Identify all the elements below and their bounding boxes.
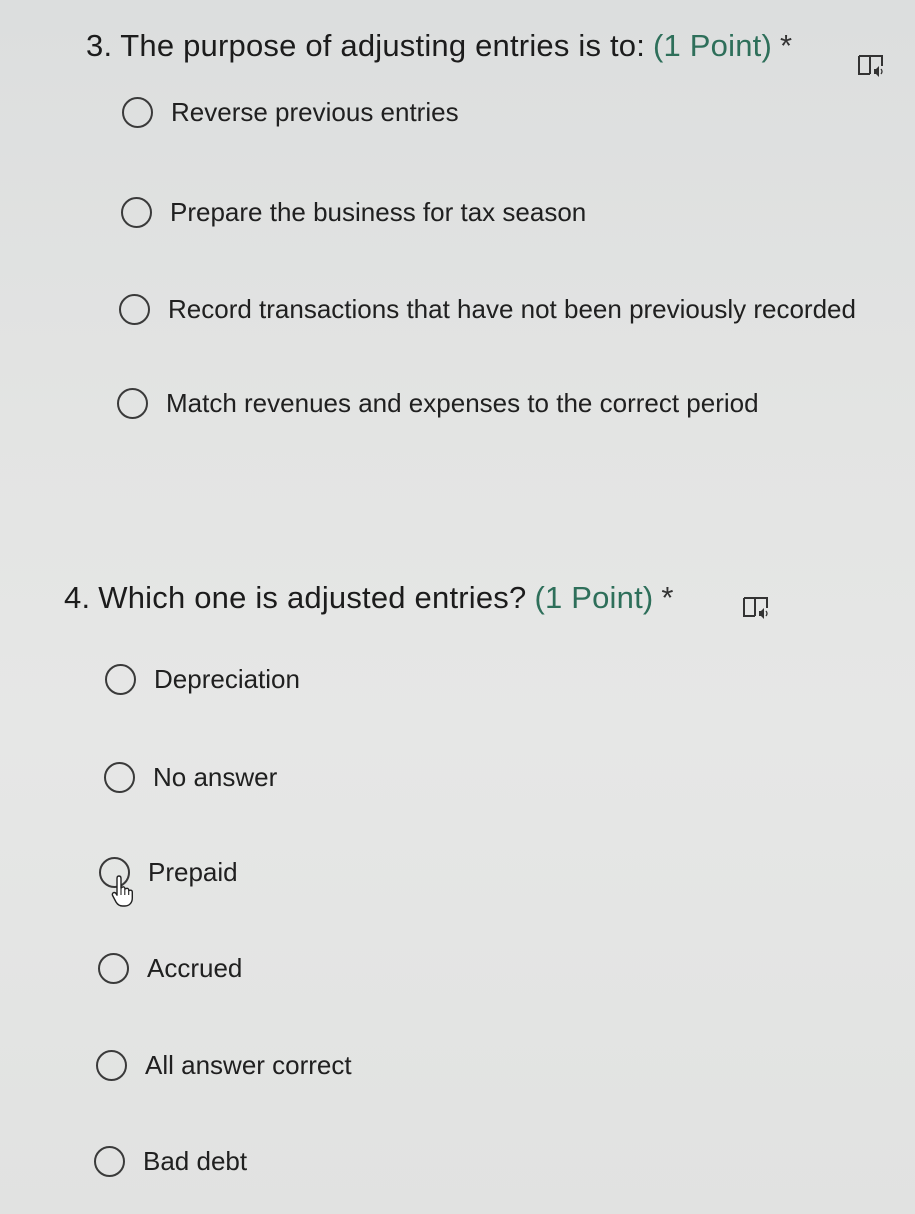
hand-pointer-icon — [111, 875, 133, 907]
option-accrued[interactable]: Accrued — [98, 953, 242, 984]
option-all-answer-correct[interactable]: All answer correct — [96, 1050, 352, 1081]
question-number: 3. — [86, 28, 113, 63]
option-no-answer[interactable]: No answer — [104, 762, 277, 793]
option-label: Prepare the business for tax season — [170, 197, 587, 227]
question-points: (1 Point) — [653, 28, 772, 63]
radio-button[interactable] — [119, 294, 150, 325]
immersive-reader-icon[interactable] — [741, 594, 771, 622]
question-4-header: 4. Which one is adjusted entries? (1 Poi… — [64, 580, 674, 616]
option-label: Prepaid — [148, 857, 238, 887]
option-label: Match revenues and expenses to the corre… — [166, 388, 759, 418]
option-record-unrecorded-transactions[interactable]: Record transactions that have not been p… — [119, 294, 856, 325]
radio-button[interactable] — [96, 1050, 127, 1081]
question-points: (1 Point) — [534, 580, 654, 615]
radio-button[interactable] — [104, 762, 135, 793]
required-marker: * — [780, 28, 793, 63]
option-label: Bad debt — [143, 1146, 248, 1176]
radio-button[interactable] — [94, 1146, 125, 1177]
radio-button[interactable] — [98, 953, 129, 984]
option-label: No answer — [153, 762, 278, 792]
option-label: All answer correct — [145, 1050, 352, 1080]
option-label: Accrued — [147, 953, 243, 983]
option-label: Depreciation — [154, 664, 300, 694]
radio-button[interactable] — [121, 197, 152, 228]
option-label: Record transactions that have not been p… — [168, 294, 856, 324]
radio-button[interactable] — [122, 97, 153, 128]
option-depreciation[interactable]: Depreciation — [105, 664, 300, 695]
option-prepare-for-tax-season[interactable]: Prepare the business for tax season — [121, 197, 586, 228]
required-marker: * — [661, 580, 674, 615]
immersive-reader-icon[interactable] — [856, 52, 886, 80]
question-number: 4. — [64, 580, 91, 615]
option-bad-debt[interactable]: Bad debt — [94, 1146, 247, 1177]
question-title: Which one is adjusted entries? — [98, 580, 527, 615]
option-match-revenues-expenses[interactable]: Match revenues and expenses to the corre… — [117, 388, 759, 419]
question-title: The purpose of adjusting entries is to: — [120, 28, 646, 63]
option-label: Reverse previous entries — [171, 97, 459, 127]
option-reverse-previous-entries[interactable]: Reverse previous entries — [122, 97, 459, 128]
question-3-header: 3. The purpose of adjusting entries is t… — [86, 28, 792, 64]
radio-button[interactable] — [105, 664, 136, 695]
radio-button[interactable] — [117, 388, 148, 419]
